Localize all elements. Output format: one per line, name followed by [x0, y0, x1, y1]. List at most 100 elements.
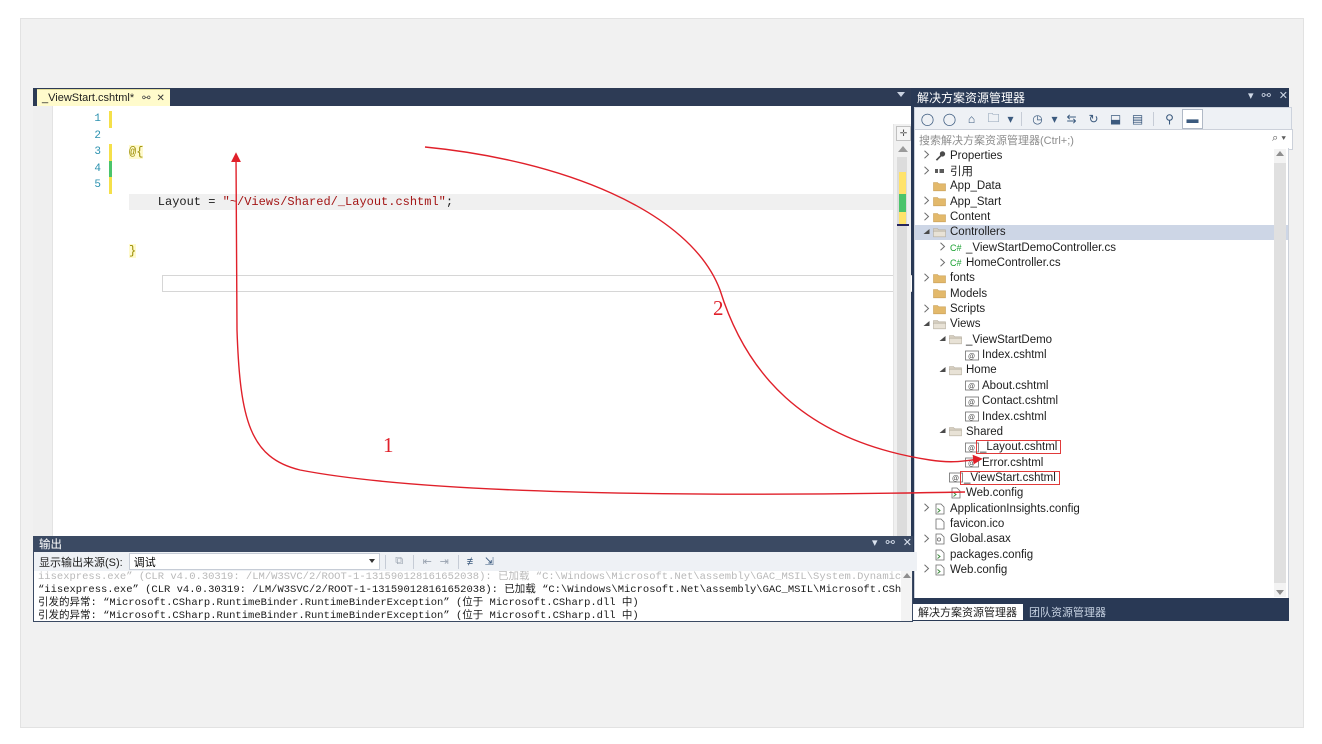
collapse-all-icon[interactable]: ⬓ — [1106, 110, 1125, 128]
tree-item-contact.cshtml[interactable]: @ Contact.cshtml — [915, 394, 1288, 409]
clear-all-icon[interactable]: ⧉ — [391, 554, 408, 570]
chevron-down-icon[interactable] — [921, 228, 932, 237]
tree-item-web.config[interactable]: Web.config — [915, 562, 1288, 577]
pending-changes-icon[interactable]: ◷ — [1028, 110, 1047, 128]
folder-open-icon — [948, 426, 963, 437]
show-all-files-icon[interactable]: ▤ — [1128, 110, 1147, 128]
editor-text-area[interactable]: 1 2 3 4 5 @{ Layout = "~/Views/Shared/_L… — [33, 106, 925, 621]
tree-item-_layout.cshtml[interactable]: @ _Layout.cshtml — [915, 440, 1288, 455]
toolbar-dropdown-icon[interactable]: ▾ — [1006, 110, 1015, 128]
solution-explorer-scrollbar-thumb[interactable] — [1274, 163, 1286, 583]
close-icon[interactable]: ✕ — [1279, 89, 1288, 102]
close-icon[interactable]: ✕ — [157, 93, 165, 104]
tree-item-index.cshtml[interactable]: @ Index.cshtml — [915, 409, 1288, 424]
solution-explorer-scrollbar[interactable] — [1274, 149, 1286, 597]
tree-item-about.cshtml[interactable]: @ About.cshtml — [915, 378, 1288, 393]
forward-icon[interactable]: ◯ — [940, 110, 959, 128]
output-title: 输出 — [39, 539, 62, 551]
chevron-right-icon[interactable] — [937, 242, 948, 253]
preview-selected-items-icon[interactable]: ▬ — [1182, 109, 1203, 129]
sync-with-active-document-icon[interactable]: ⇆ — [1062, 110, 1081, 128]
tree-item-[interactable]: 引用 — [915, 163, 1288, 178]
chevron-right-icon[interactable] — [921, 211, 932, 223]
scroll-up-arrow-icon[interactable] — [898, 146, 908, 152]
tree-item-_viewstart.cshtml[interactable]: @ _ViewStart.cshtml — [915, 470, 1288, 485]
tree-item-global.asax[interactable]: Global.asax — [915, 532, 1288, 547]
chevron-down-icon[interactable]: ▾ — [872, 536, 878, 549]
new-folder-icon[interactable]: 🗀 — [984, 110, 1003, 128]
chevron-right-icon[interactable] — [921, 196, 932, 207]
code-content[interactable]: @{ Layout = "~/Views/Shared/_Layout.csht… — [129, 111, 909, 392]
tree-item-packages.config[interactable]: packages.config — [915, 547, 1288, 562]
tree-item-label: Views — [950, 318, 981, 331]
chevron-right-icon[interactable] — [921, 503, 932, 514]
tree-item-index.cshtml[interactable]: @ Index.cshtml — [915, 347, 1288, 362]
chevron-right-icon[interactable] — [921, 273, 932, 284]
chevron-right-icon[interactable] — [921, 150, 932, 161]
razor-icon: @ — [964, 350, 979, 361]
tree-item-web.config[interactable]: Web.config — [915, 486, 1288, 501]
back-icon[interactable]: ◯ — [918, 110, 937, 128]
chevron-right-icon[interactable] — [921, 304, 932, 315]
tree-item-_viewstartdemocontroller.cs[interactable]: C# _ViewStartDemoController.cs — [915, 240, 1288, 255]
chevron-down-icon[interactable]: ▾ — [1248, 89, 1254, 102]
editor-tab-viewstart[interactable]: _ViewStart.cshtml* ⚯ ✕ — [37, 89, 170, 107]
tree-item-label: Home — [966, 364, 997, 377]
chevron-down-icon[interactable] — [937, 427, 948, 436]
tree-item-shared[interactable]: Shared — [915, 424, 1288, 439]
tree-item-scripts[interactable]: Scripts — [915, 301, 1288, 316]
properties-icon[interactable]: ⚲ — [1160, 110, 1179, 128]
chevron-right-icon[interactable] — [921, 534, 932, 545]
chevron-down-icon[interactable] — [368, 559, 375, 563]
output-source-combobox[interactable]: 调试 — [128, 553, 380, 570]
tree-item-homecontroller.cs[interactable]: C# HomeController.cs — [915, 255, 1288, 270]
output-toolbar: 显示输出来源(S): 调试 ⧉ ⇤ ⇥ ≢ ⇲ — [34, 552, 917, 571]
tree-item-controllers[interactable]: Controllers — [915, 224, 1288, 241]
tree-item-content[interactable]: Content — [915, 209, 1288, 224]
scroll-up-arrow-icon[interactable] — [903, 573, 911, 578]
toggle-word-wrap-icon[interactable]: ≢ — [464, 554, 481, 570]
tree-item-app_data[interactable]: App_Data — [915, 179, 1288, 194]
chevron-down-icon[interactable] — [937, 335, 948, 344]
intellisense-line-box — [162, 275, 925, 292]
tree-item-app_start[interactable]: App_Start — [915, 194, 1288, 209]
tree-item-home[interactable]: Home — [915, 363, 1288, 378]
tree-item-favicon.ico[interactable]: favicon.ico — [915, 516, 1288, 531]
home-icon[interactable]: ⌂ — [962, 110, 981, 128]
chevron-down-icon[interactable] — [897, 92, 905, 97]
chevron-right-icon[interactable] — [921, 165, 932, 177]
chevron-right-icon[interactable] — [937, 258, 948, 269]
search-icon[interactable]: ⌕ ▾ — [1272, 132, 1286, 145]
tree-item-_viewstartdemo[interactable]: _ViewStartDemo — [915, 332, 1288, 347]
go-to-previous-icon[interactable]: ⇤ — [419, 554, 436, 570]
pending-dropdown-icon[interactable]: ▾ — [1050, 110, 1059, 128]
solution-explorer-tree[interactable]: Properties 引用 App_Data App_Start Content Cont… — [914, 148, 1289, 598]
pin-icon[interactable]: ⚯ — [886, 536, 895, 549]
pin-icon[interactable]: ⚯ — [1262, 89, 1271, 102]
svg-text:@: @ — [952, 476, 959, 483]
output-scrollbar[interactable] — [901, 571, 912, 621]
scroll-up-arrow-icon[interactable] — [1276, 151, 1284, 156]
close-icon[interactable]: ✕ — [903, 536, 912, 549]
chevron-down-icon[interactable] — [921, 320, 932, 329]
go-to-next-icon[interactable]: ⇥ — [436, 554, 453, 570]
split-view-icon[interactable]: ✛ — [896, 126, 911, 141]
tree-item-fonts[interactable]: fonts — [915, 271, 1288, 286]
pin-icon[interactable]: ⚯ — [142, 93, 150, 104]
tree-item-applicationinsights.config[interactable]: ApplicationInsights.config — [915, 501, 1288, 516]
output-line: “iisexpress.exe” (CLR v4.0.30319: /LM/W3… — [38, 584, 912, 596]
tree-item-properties[interactable]: Properties — [915, 148, 1288, 163]
toggle-message-icon[interactable]: ⇲ — [481, 554, 498, 570]
scroll-down-arrow-icon[interactable] — [1276, 590, 1284, 595]
refresh-icon[interactable]: ↻ — [1084, 110, 1103, 128]
tab-solution-explorer[interactable]: 解决方案资源管理器 — [912, 604, 1023, 620]
solution-explorer-search-input[interactable]: 搜索解决方案资源管理器(Ctrl+;) ⌕ ▾ — [914, 129, 1293, 150]
output-text-area[interactable]: iisexpress.exe” (CLR v4.0.30319: /LM/W3S… — [34, 571, 912, 621]
tree-item-views[interactable]: Views — [915, 317, 1288, 332]
chevron-down-icon[interactable] — [937, 366, 948, 375]
tree-item-error.cshtml[interactable]: @ Error.cshtml — [915, 455, 1288, 470]
tab-label: 团队资源管理器 — [1029, 607, 1106, 619]
chevron-right-icon[interactable] — [921, 564, 932, 575]
tree-item-models[interactable]: Models — [915, 286, 1288, 301]
tab-team-explorer[interactable]: 团队资源管理器 — [1023, 604, 1112, 620]
